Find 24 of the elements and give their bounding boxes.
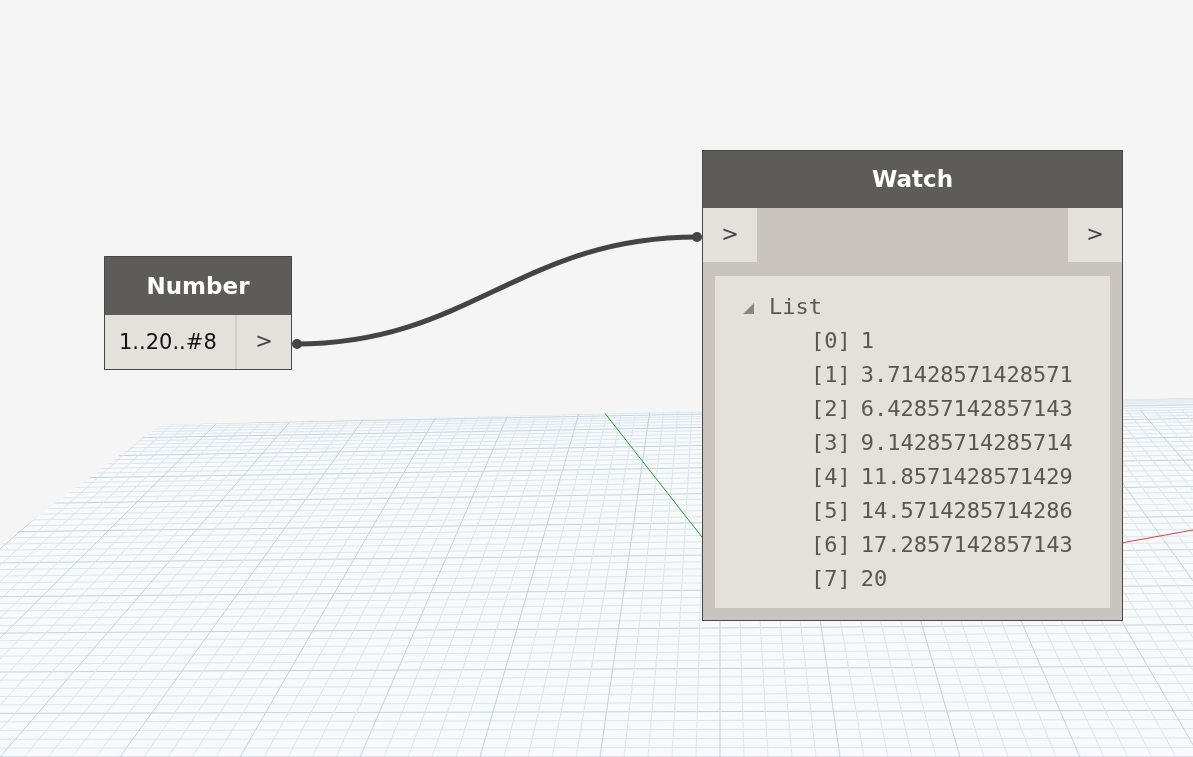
list-value: 11.8571428571429 [860, 464, 1073, 489]
node-title: Watch [870, 165, 955, 194]
list-value: 17.2857142857143 [860, 532, 1073, 557]
list-index: [6] [811, 532, 851, 557]
list-index: [0] [811, 328, 851, 353]
list-value: 14.5714285714286 [860, 498, 1073, 523]
list-value: 6.42857142857143 [860, 396, 1073, 421]
list-index: [3] [811, 430, 851, 455]
list-index: [1] [811, 362, 851, 387]
number-input-field[interactable]: 1..20..#8 [105, 315, 237, 369]
input-port[interactable]: > [703, 208, 757, 262]
tree-label: List [769, 294, 822, 319]
list-value: 9.14285714285714 [860, 430, 1073, 455]
output-port[interactable]: > [237, 315, 291, 369]
list-index: [4] [811, 464, 851, 489]
output-port[interactable]: > [1068, 208, 1122, 262]
expanded-triangle-icon[interactable] [741, 301, 755, 315]
list-index: [7] [811, 566, 851, 591]
list-index: [2] [811, 396, 851, 421]
list-value: 1 [860, 328, 874, 353]
list-value: 3.71428571428571 [860, 362, 1073, 387]
list-index: [5] [811, 498, 851, 523]
list-value: 20 [860, 566, 888, 591]
node-title: Number [145, 272, 251, 301]
